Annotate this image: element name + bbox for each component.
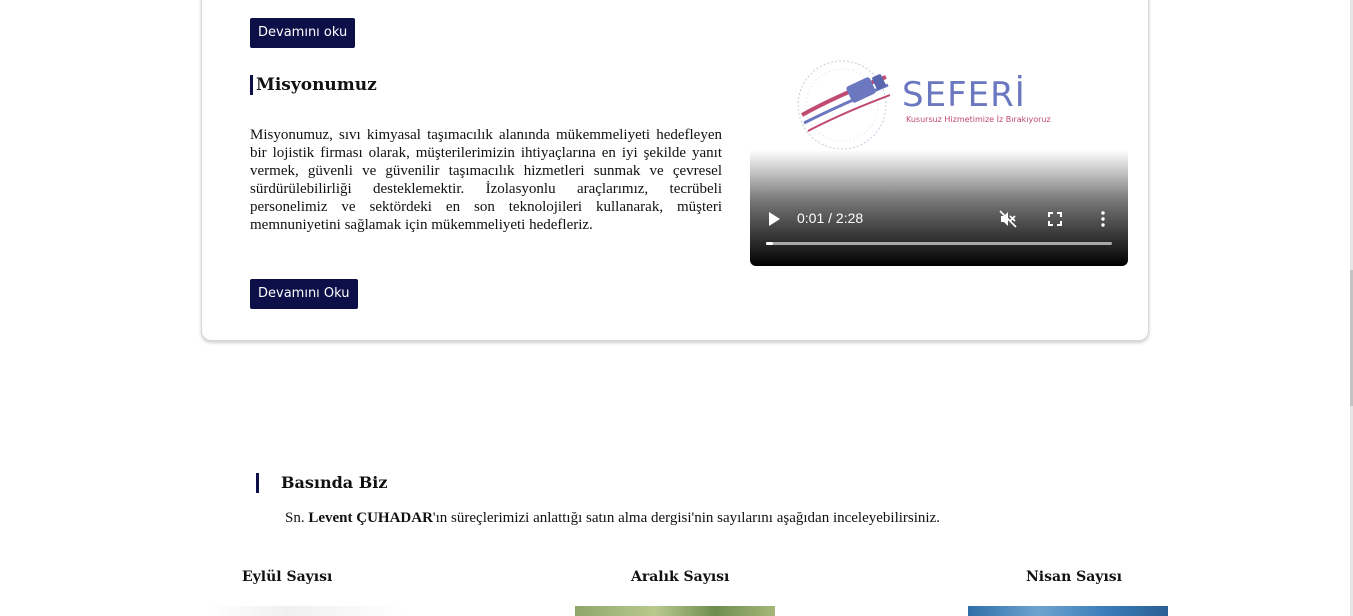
magazine-cover-september[interactable] — [208, 606, 408, 616]
mission-read-more-button[interactable]: Devamını Oku — [250, 279, 358, 309]
issue-label-december: Aralık Sayısı — [631, 569, 730, 585]
magazine-cover-december[interactable] — [575, 606, 775, 616]
mission-text: Misyonumuz, sıvı kimyasal taşımacılık al… — [250, 127, 722, 233]
logo-tagline: Kusursuz Hizmetimize İz Bırakıyoruz — [906, 115, 1051, 124]
magazine-cover-april[interactable] — [968, 606, 1168, 616]
video-progress-fill — [766, 242, 773, 245]
issue-label-april: Nisan Sayısı — [1026, 569, 1122, 585]
muted-speaker-icon[interactable] — [998, 209, 1018, 229]
press-person-name: Levent ÇUHADAR — [308, 510, 433, 526]
mission-heading: Misyonumuz — [250, 75, 377, 95]
video-player[interactable]: SEFERİ Kusursuz Hizmetimize İz Bırakıyor… — [750, 45, 1128, 266]
more-vertical-icon[interactable] — [1094, 209, 1112, 229]
page: Devamını oku Misyonumuz Misyonumuz, sıvı… — [0, 0, 1353, 616]
play-icon[interactable] — [764, 210, 784, 228]
press-heading: Basında Biz — [256, 473, 387, 493]
logo-wordmark: SEFERİ — [902, 75, 1026, 115]
issue-label-september: Eylül Sayısı — [242, 569, 333, 585]
seferi-logo: SEFERİ Kusursuz Hizmetimize İz Bırakıyor… — [790, 55, 1100, 155]
video-time-display: 0:01 / 2:28 — [797, 210, 864, 226]
video-controls: 0:01 / 2:28 — [750, 196, 1128, 266]
press-description-prefix: Sn. — [285, 510, 309, 526]
video-progress-bar[interactable] — [766, 242, 1112, 245]
read-more-button[interactable]: Devamını oku — [250, 18, 356, 48]
press-description-suffix: 'ın süreçlerimizi anlattığı satın alma d… — [432, 510, 940, 526]
press-description: Sn. Levent ÇUHADAR'ın süreçlerimizi anla… — [285, 509, 940, 527]
fullscreen-icon[interactable] — [1046, 210, 1064, 228]
globe-truck-icon — [797, 60, 891, 150]
